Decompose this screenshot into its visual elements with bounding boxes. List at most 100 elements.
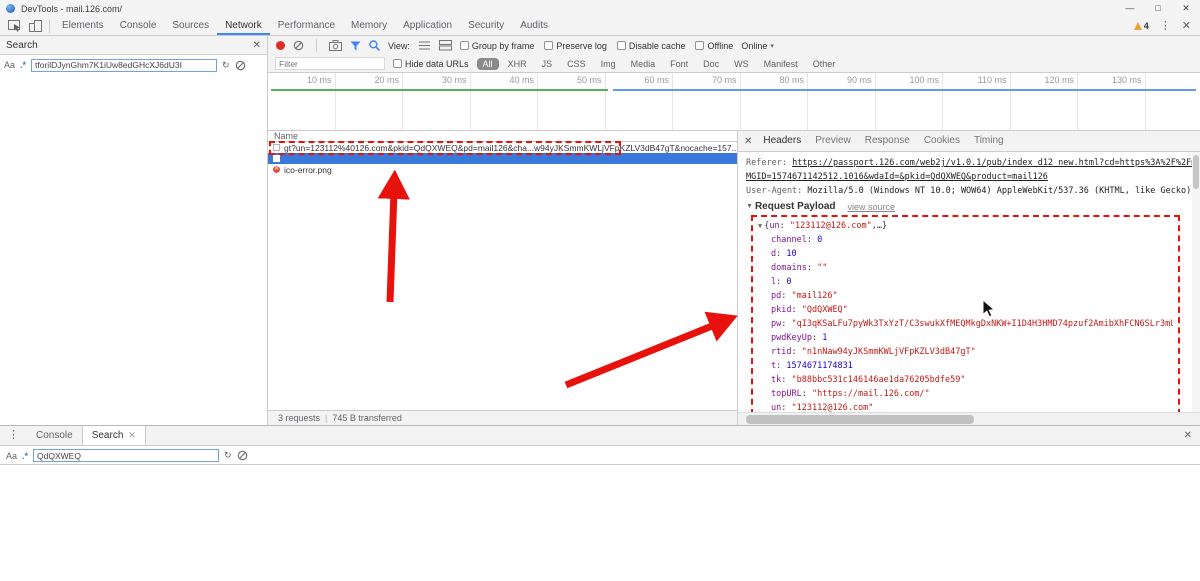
- details-tab-headers[interactable]: Headers: [756, 131, 808, 151]
- refresh-icon[interactable]: ↻: [224, 450, 232, 461]
- filter-type-all[interactable]: All: [476, 57, 499, 70]
- details-tab-preview[interactable]: Preview: [808, 131, 858, 151]
- header-line: MGID=1574671142512.1016&wdaId=&pkid=QdQX…: [746, 170, 1192, 184]
- filter-icon[interactable]: [350, 41, 361, 51]
- payload-root[interactable]: ▼ {un: "123112@126.com",…}: [758, 219, 1173, 233]
- throttling-select[interactable]: Online ▾: [741, 41, 774, 51]
- filter-type-media[interactable]: Media: [625, 58, 662, 70]
- close-drawer-icon[interactable]: ✕: [1184, 430, 1192, 441]
- payload-entry: t: 1574671174831: [758, 359, 1173, 373]
- horizontal-scrollbar-thumb[interactable]: [746, 415, 974, 424]
- details-tab-response[interactable]: Response: [858, 131, 917, 151]
- search-icon[interactable]: [369, 40, 380, 51]
- payload-colon: :: [811, 333, 823, 343]
- payload-value: "https://mail.126.com/": [811, 389, 930, 399]
- payload-entry: topURL: "https://mail.126.com/": [758, 387, 1173, 401]
- details-tab-timing[interactable]: Timing: [967, 131, 1011, 151]
- device-toolbar-icon[interactable]: [25, 18, 45, 34]
- filter-type-js[interactable]: JS: [536, 58, 559, 70]
- close-window-button[interactable]: ✕: [1172, 0, 1200, 17]
- drawer-menu-icon[interactable]: ⋮: [8, 430, 19, 441]
- network-toolbar-checkboxes: Group by frame Preserve log Disable cache O…: [459, 41, 733, 51]
- search-input[interactable]: [31, 58, 218, 72]
- large-request-rows-icon[interactable]: [418, 40, 431, 51]
- drawer-tab-search[interactable]: Search ✕: [81, 426, 146, 445]
- triangle-expand-icon[interactable]: ▼: [746, 203, 753, 210]
- payload-colon: :: [781, 319, 792, 329]
- filter-input[interactable]: [275, 57, 385, 70]
- tab-memory[interactable]: Memory: [343, 17, 395, 35]
- refresh-icon[interactable]: ↻: [222, 60, 230, 71]
- payload-key: rtid: [771, 347, 792, 357]
- payload-value: 0: [817, 235, 823, 245]
- payload-value: 0: [786, 277, 792, 287]
- horizontal-scrollbar[interactable]: [738, 412, 1200, 425]
- more-options-icon[interactable]: ⋮: [1160, 20, 1171, 32]
- close-search-panel-icon[interactable]: ✕: [253, 40, 261, 51]
- tab-performance[interactable]: Performance: [270, 17, 343, 35]
- timeline-tick: 80 ms: [741, 73, 808, 130]
- filter-type-css[interactable]: CSS: [561, 58, 592, 70]
- hide-data-urls-checkbox[interactable]: Hide data URLs: [393, 59, 469, 69]
- screenshot-capture-icon[interactable]: [329, 40, 342, 51]
- column-header-name[interactable]: Name: [268, 131, 737, 142]
- close-details-icon[interactable]: ✕: [744, 136, 752, 147]
- maximize-button[interactable]: □: [1144, 0, 1172, 17]
- payload-colon: :: [781, 375, 792, 385]
- tab-sources[interactable]: Sources: [164, 17, 217, 35]
- network-request-row[interactable]: [268, 153, 737, 164]
- regex-toggle[interactable]: .*: [20, 60, 26, 70]
- error-badge[interactable]: 4: [1133, 21, 1149, 31]
- tab-elements[interactable]: Elements: [54, 17, 112, 35]
- requests-panel: Name gt?un=123112%40126.com&pkid=QdQXWEQ…: [268, 131, 737, 425]
- filter-type-img[interactable]: Img: [595, 58, 622, 70]
- window-title: DevTools - mail.126.com/: [21, 3, 123, 14]
- clear-icon[interactable]: [237, 450, 248, 461]
- tab-audits[interactable]: Audits: [512, 17, 556, 35]
- minimize-button[interactable]: —: [1116, 0, 1144, 17]
- payload-value: "mail126": [791, 291, 838, 301]
- details-tab-cookies[interactable]: Cookies: [917, 131, 967, 151]
- vertical-scrollbar-thumb[interactable]: [1193, 155, 1199, 189]
- view-source-link[interactable]: view source: [848, 202, 896, 212]
- clear-icon[interactable]: [235, 60, 246, 71]
- devtools-tabbar: Elements Console Sources Network Performance…: [0, 17, 1200, 36]
- filter-type-doc[interactable]: Doc: [697, 58, 725, 70]
- app-icon: [6, 4, 15, 13]
- tab-network[interactable]: Network: [217, 17, 270, 35]
- filter-type-ws[interactable]: WS: [728, 58, 755, 70]
- match-case-toggle[interactable]: Aa: [6, 451, 17, 461]
- checkbox-icon: [616, 41, 626, 50]
- filter-type-other[interactable]: Other: [807, 58, 842, 70]
- close-devtools-icon[interactable]: ✕: [1182, 20, 1191, 32]
- vertical-scrollbar[interactable]: [1192, 152, 1200, 412]
- checkbox-group-by-frame[interactable]: Group by frame: [459, 41, 534, 51]
- inspect-element-icon[interactable]: [5, 18, 25, 34]
- payload-value: "": [817, 263, 828, 273]
- checkbox-disable-cache[interactable]: Disable cache: [616, 41, 685, 51]
- checkbox-preserve-log[interactable]: Preserve log: [544, 41, 607, 51]
- show-overview-icon[interactable]: [438, 40, 452, 51]
- checkbox-offline[interactable]: Offline: [695, 41, 733, 51]
- error-icon: ✕: [273, 166, 280, 173]
- filter-type-manifest[interactable]: Manifest: [758, 58, 804, 70]
- network-request-row[interactable]: gt?un=123112%40126.com&pkid=QdQXWEQ&pd=m…: [268, 142, 737, 153]
- error-count: 4: [1143, 21, 1149, 31]
- record-button[interactable]: [276, 41, 285, 50]
- close-icon[interactable]: ✕: [128, 430, 136, 441]
- regex-toggle[interactable]: .*: [22, 451, 28, 461]
- drawer-tab-console[interactable]: Console: [27, 426, 82, 445]
- tab-security[interactable]: Security: [460, 17, 512, 35]
- tab-console[interactable]: Console: [112, 17, 165, 35]
- network-request-row[interactable]: ✕ ico-error.png: [268, 164, 737, 175]
- filter-type-font[interactable]: Font: [664, 58, 694, 70]
- clear-network-log-icon[interactable]: [293, 40, 304, 51]
- filter-type-xhr[interactable]: XHR: [502, 58, 533, 70]
- drawer-search-input[interactable]: [33, 449, 220, 462]
- search-panel: Search ✕ Aa .* ↻: [0, 36, 268, 425]
- headers-content: Referer: https://passport.126.com/web2j/…: [738, 152, 1192, 412]
- match-case-toggle[interactable]: Aa: [4, 60, 15, 70]
- payload-key: domains: [771, 263, 807, 273]
- header-value: Mozilla/5.0 (Windows NT 10.0; WOW64) App…: [807, 186, 1192, 196]
- tab-application[interactable]: Application: [395, 17, 460, 35]
